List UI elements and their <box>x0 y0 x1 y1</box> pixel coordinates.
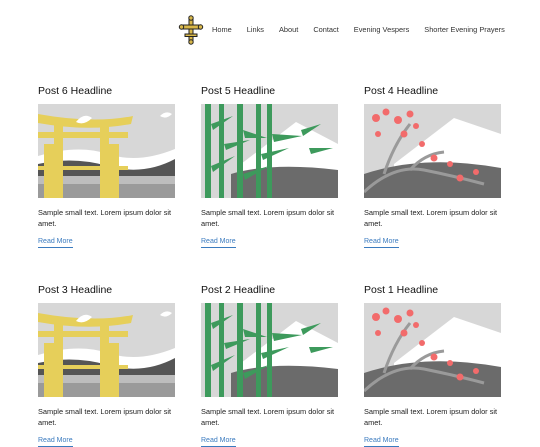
post-headline[interactable]: Post 4 Headline <box>364 84 501 98</box>
post-card: Post 3 Headline Sample small text. Lorem… <box>38 283 175 447</box>
read-more-link[interactable]: Read More <box>38 436 73 447</box>
post-excerpt: Sample small text. Lorem ipsum dolor sit… <box>364 208 498 228</box>
nav-shorter-evening-prayers[interactable]: Shorter Evening Prayers <box>424 25 505 35</box>
read-more-link[interactable]: Read More <box>38 237 73 248</box>
nav-contact[interactable]: Contact <box>313 25 338 35</box>
cherry-blossom-illustration <box>364 104 501 198</box>
bamboo-image[interactable] <box>201 104 338 198</box>
post-card: Post 2 Headline Sample small text. Lorem… <box>201 283 338 447</box>
post-card: Post 1 Headline Sample small text. Lorem… <box>364 283 501 447</box>
cherry-blossom-image[interactable] <box>364 303 501 397</box>
cherry-blossom-image[interactable] <box>364 104 501 198</box>
read-more-link[interactable]: Read More <box>364 436 399 447</box>
nav-links[interactable]: Links <box>247 25 264 35</box>
post-headline[interactable]: Post 6 Headline <box>38 84 175 98</box>
bamboo-illustration <box>201 303 338 397</box>
post-headline[interactable]: Post 1 Headline <box>364 283 501 297</box>
post-excerpt: Sample small text. Lorem ipsum dolor sit… <box>201 208 335 228</box>
post-card: Post 4 Headline Sample small text. Lorem… <box>364 84 501 248</box>
post-excerpt: Sample small text. Lorem ipsum dolor sit… <box>38 208 172 228</box>
bamboo-image[interactable] <box>201 303 338 397</box>
read-more-link[interactable]: Read More <box>201 237 236 248</box>
torii-gate-image[interactable] <box>38 303 175 397</box>
cherry-blossom-illustration <box>364 303 501 397</box>
torii-gate-illustration <box>38 104 175 198</box>
nav-home[interactable]: Home <box>212 25 232 35</box>
post-card: Post 5 Headline Sample small text. Lorem… <box>201 84 338 248</box>
torii-gate-image[interactable] <box>38 104 175 198</box>
nav-about[interactable]: About <box>279 25 298 35</box>
post-excerpt: Sample small text. Lorem ipsum dolor sit… <box>364 407 498 427</box>
main-nav: Home Links About Contact Evening Vespers… <box>212 25 505 35</box>
post-headline[interactable]: Post 2 Headline <box>201 283 338 297</box>
nav-evening-vespers[interactable]: Evening Vespers <box>354 25 409 35</box>
post-headline[interactable]: Post 5 Headline <box>201 84 338 98</box>
read-more-link[interactable]: Read More <box>201 436 236 447</box>
site-header: Home Links About Contact Evening Vespers… <box>0 0 540 60</box>
read-more-link[interactable]: Read More <box>364 237 399 248</box>
post-card: Post 6 Headline Sample small text. Lorem… <box>38 84 175 248</box>
torii-gate-illustration <box>38 303 175 397</box>
post-excerpt: Sample small text. Lorem ipsum dolor sit… <box>201 407 335 427</box>
ornate-cross-icon[interactable] <box>178 15 204 45</box>
bamboo-illustration <box>201 104 338 198</box>
post-excerpt: Sample small text. Lorem ipsum dolor sit… <box>38 407 172 427</box>
post-headline[interactable]: Post 3 Headline <box>38 283 175 297</box>
